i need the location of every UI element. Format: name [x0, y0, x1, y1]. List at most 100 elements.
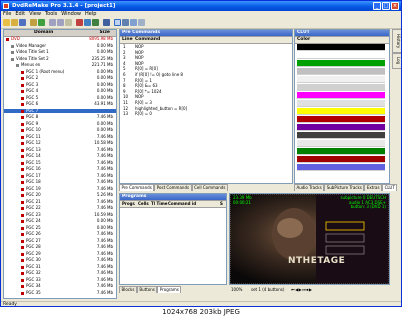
clut-color-swatch[interactable] [297, 124, 385, 131]
menu-file[interactable]: File [1, 11, 13, 18]
tree-row[interactable]: PGC 18 7.46 Mb [4, 179, 116, 185]
tree-row[interactable]: PGC 12 10.58 Mb [4, 140, 116, 146]
menu-window[interactable]: Window [59, 11, 83, 18]
maximize-button[interactable]: □ [382, 2, 390, 10]
clut-color-swatch[interactable] [297, 84, 385, 91]
clut-color-swatch[interactable] [297, 44, 385, 51]
tree-row[interactable]: PGC 23 10.59 Mb [4, 212, 116, 218]
tree-row[interactable]: PGC 25 0.00 Mb [4, 225, 116, 231]
clut-color-swatch[interactable] [297, 164, 385, 171]
button-set-select[interactable]: set 1 (4 buttons) [251, 286, 284, 293]
tree-row[interactable]: PGC 31 7.46 Mb [4, 264, 116, 270]
preview-icon[interactable] [122, 19, 129, 26]
copy-icon[interactable] [57, 19, 64, 26]
tree-row[interactable]: Video Manager 0.00 Mb [4, 43, 116, 49]
delete-icon[interactable] [76, 19, 83, 26]
tree-row[interactable]: PGC 9 0.00 Mb [4, 121, 116, 127]
clut-color-swatch[interactable] [297, 108, 385, 115]
tab-pre-commands[interactable]: Pre Commands [119, 184, 155, 191]
tree-row[interactable]: PGC 32 7.46 Mb [4, 270, 116, 276]
tree-row[interactable]: PGC 4 0.00 Mb [4, 88, 116, 94]
undo-icon[interactable] [84, 19, 91, 26]
menu-tools[interactable]: Tools [43, 11, 59, 18]
tree-node-icon [21, 168, 24, 171]
clut-color-swatch[interactable] [297, 148, 385, 155]
tree-row[interactable]: PGC 13 7.46 Mb [4, 147, 116, 153]
tree-row[interactable]: PGC 29 7.46 Mb [4, 251, 116, 257]
clut-color-swatch[interactable] [297, 92, 385, 99]
clut-color-swatch[interactable] [297, 52, 385, 59]
settings-icon[interactable] [130, 19, 137, 26]
tab-programs[interactable]: Programs [157, 286, 182, 293]
tab-cell-commands[interactable]: Cell Commands [191, 184, 228, 191]
tree-row[interactable]: Menus en 221.71 Mb [4, 62, 116, 68]
command-row[interactable]: 13 R[0] = 0 [120, 111, 292, 117]
help-icon[interactable] [138, 19, 145, 26]
tree-row[interactable]: PGC 30 7.46 Mb [4, 257, 116, 263]
mode-toggle-icon[interactable] [114, 19, 121, 26]
tree-row[interactable]: PGC 28 7.46 Mb [4, 244, 116, 250]
paste-icon[interactable] [65, 19, 72, 26]
tab-log[interactable]: Log [392, 53, 401, 69]
tree-row[interactable]: PGC 2 0.00 Mb [4, 75, 116, 81]
tab-blocks[interactable]: Blocks [119, 286, 137, 293]
export-icon[interactable] [38, 19, 45, 26]
video-preview[interactable]: 23.39 Mb 00:00:21 subpicture 0 DEUTSCH a… [229, 193, 390, 285]
tree-row[interactable]: PGC 5 0.00 Mb [4, 95, 116, 101]
redo-icon[interactable] [92, 19, 99, 26]
cut-icon[interactable] [49, 19, 56, 26]
tree-row[interactable]: PGC 33 7.46 Mb [4, 277, 116, 283]
tree-row[interactable]: PGC 34 7.46 Mb [4, 283, 116, 289]
menu-edit[interactable]: Edit [13, 11, 27, 18]
clut-color-swatch[interactable] [297, 76, 385, 83]
tree-row[interactable]: PGC 17 7.46 Mb [4, 173, 116, 179]
tree-row[interactable]: PGC 27 7.46 Mb [4, 238, 116, 244]
tree-row[interactable]: PGC 14 7.46 Mb [4, 153, 116, 159]
clut-color-swatch[interactable] [297, 100, 385, 107]
tab-post-commands[interactable]: Post Commands [154, 184, 192, 191]
import-icon[interactable] [30, 19, 37, 26]
tree-row[interactable]: PGC 3 0.00 Mb [4, 82, 116, 88]
tree-row[interactable]: PGC 15 7.46 Mb [4, 160, 116, 166]
tree-row-label: Video Title Set 2 [16, 55, 49, 61]
tree-row[interactable]: Video Title Set 1 0.00 Mb [4, 49, 116, 55]
minimize-button[interactable]: _ [373, 2, 381, 10]
clut-color-swatch[interactable] [297, 60, 385, 67]
tab-clut[interactable]: CLUT [382, 184, 398, 191]
tree-row[interactable]: PGC 35 7.46 Mb [4, 290, 116, 296]
tree-row[interactable]: PGC 7 [4, 108, 116, 114]
tree-row[interactable]: PGC 21 7.46 Mb [4, 199, 116, 205]
tree-row[interactable]: Video Title Set 2 235.25 Mb [4, 55, 116, 62]
tree-row[interactable]: PGC 11 7.46 Mb [4, 134, 116, 140]
tree-row[interactable]: PGC 1 (Root menu) 0.00 Mb [4, 69, 116, 75]
open-folder-icon[interactable] [11, 19, 18, 26]
tree-row[interactable]: PGC 10 0.00 Mb [4, 127, 116, 133]
tab-subpicture-tracks[interactable]: SubPicture Tracks [324, 184, 365, 191]
tree-row[interactable]: PGC 8 7.46 Mb [4, 114, 116, 120]
tree-row[interactable]: DVD 8095.98 Mb [4, 36, 116, 42]
zoom-select[interactable]: 100% [231, 286, 242, 293]
clut-color-swatch[interactable] [297, 156, 385, 163]
tree-row[interactable]: PGC 24 0.00 Mb [4, 218, 116, 224]
clut-color-swatch[interactable] [297, 116, 385, 123]
tab-audio-tracks[interactable]: Audio Tracks [294, 184, 325, 191]
save-icon[interactable] [19, 19, 26, 26]
menu-view[interactable]: View [27, 11, 43, 18]
tree-row[interactable]: PGC 19 7.46 Mb [4, 186, 116, 192]
tree-row[interactable]: PGC 16 7.46 Mb [4, 166, 116, 172]
tree-row[interactable]: PGC 22 7.46 Mb [4, 205, 116, 211]
tab-buttons[interactable]: Buttons [136, 286, 158, 293]
tab-history[interactable]: History [392, 29, 401, 53]
tab-extras[interactable]: Extras [364, 184, 383, 191]
tree-row[interactable]: PGC 6 43.91 Mb [4, 101, 116, 107]
playback-nav-icons[interactable]: ⏮◀▶⏭⏹▶ [291, 286, 312, 293]
clut-color-swatch[interactable] [297, 68, 385, 75]
tree-row[interactable]: PGC 26 7.46 Mb [4, 231, 116, 237]
menu-help[interactable]: Help [83, 11, 98, 18]
close-button[interactable]: × [391, 2, 399, 10]
clut-color-swatch[interactable] [297, 140, 385, 147]
blank-video-icon[interactable] [103, 19, 110, 26]
clut-color-swatch[interactable] [297, 132, 385, 139]
new-project-icon[interactable] [3, 19, 10, 26]
tree-row[interactable]: PGC 20 5.26 Mb [4, 192, 116, 198]
